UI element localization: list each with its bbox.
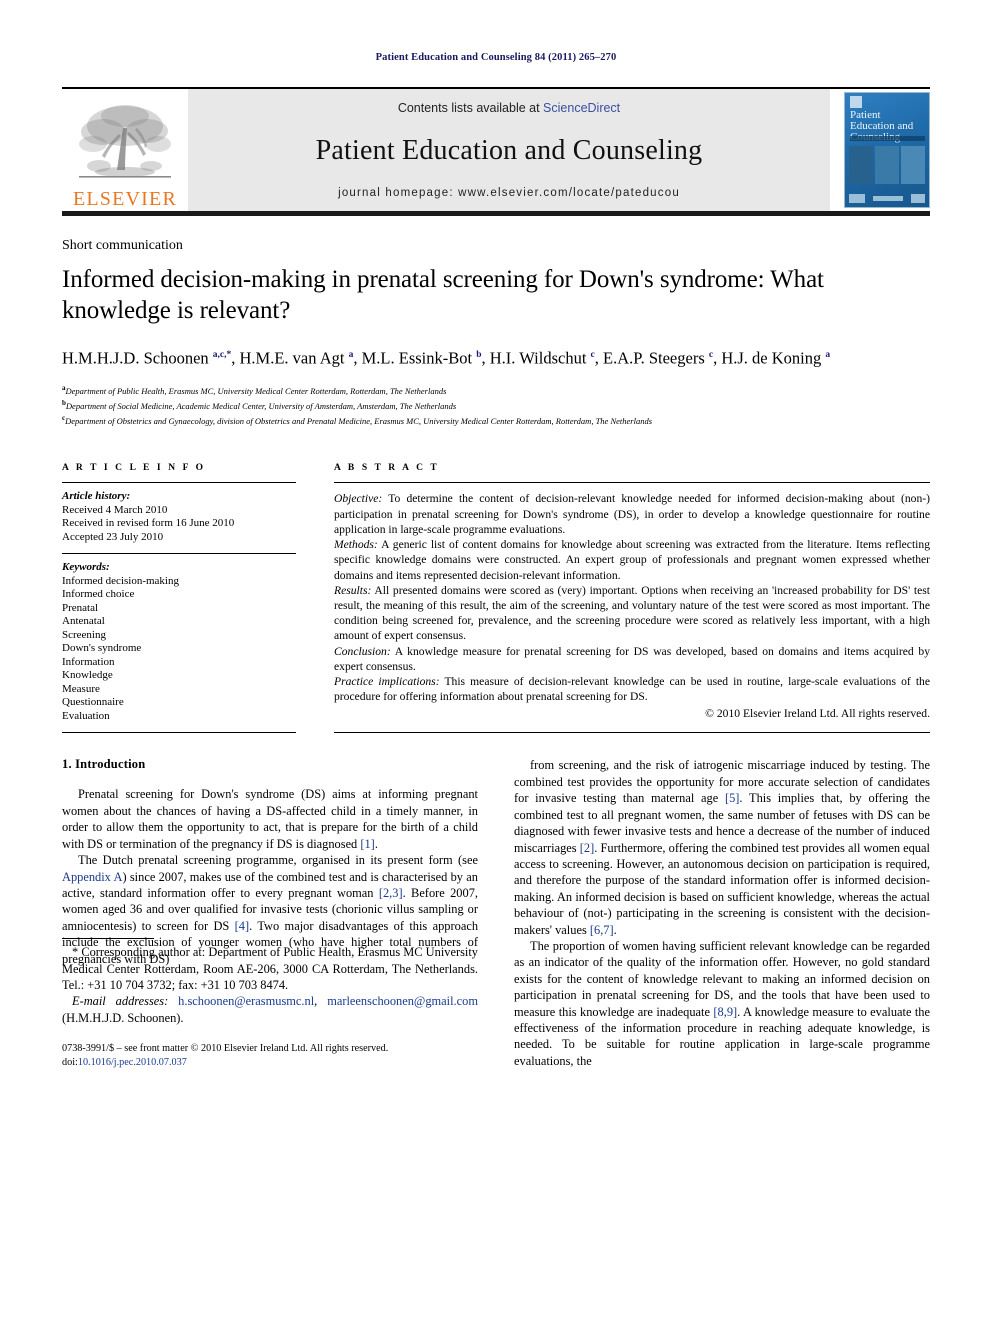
article-info-header: A R T I C L E I N F O bbox=[62, 463, 206, 474]
info-abstract-section: A R T I C L E I N F O Article history: R… bbox=[62, 463, 930, 734]
sciencedirect-link[interactable]: ScienceDirect bbox=[543, 101, 620, 115]
abstract-section: Conclusion: A knowledge measure for pren… bbox=[334, 644, 930, 673]
keyword-item: Questionnaire bbox=[62, 696, 124, 709]
abstract-body: Objective: To determine the content of d… bbox=[334, 483, 930, 704]
footnote-rule bbox=[62, 938, 154, 940]
contents-list-line: Contents lists available at ScienceDirec… bbox=[398, 101, 620, 115]
keyword-item: Measure bbox=[62, 682, 100, 695]
masthead-center: Contents lists available at ScienceDirec… bbox=[188, 89, 830, 211]
footnote-body: * Corresponding author at: Department of… bbox=[62, 944, 478, 1026]
body-column-right: from screening, and the risk of iatrogen… bbox=[514, 757, 930, 1069]
body-paragraph: The proportion of women having sufficien… bbox=[514, 938, 930, 1068]
abstract-section-label: Methods: bbox=[334, 538, 378, 552]
keyword-item: Informed decision-making bbox=[62, 574, 179, 587]
keyword-item: Evaluation bbox=[62, 709, 110, 722]
keyword-item: Information bbox=[62, 655, 115, 668]
affiliation-item: cDepartment of Obstetrics and Gynaecolog… bbox=[62, 414, 652, 426]
keyword-item: Down's syndrome bbox=[62, 642, 142, 655]
article-history-item: Received in revised form 16 June 2010 bbox=[62, 517, 235, 530]
journal-homepage-link[interactable]: journal homepage: www.elsevier.com/locat… bbox=[338, 187, 680, 199]
footnotes: * Corresponding author at: Department of… bbox=[62, 938, 478, 1069]
abstract-section-label: Practice implications: bbox=[334, 674, 440, 688]
abstract-section-label: Results: bbox=[334, 583, 372, 597]
cover-photo-strip bbox=[849, 146, 925, 184]
article-info-rule-bottom bbox=[62, 732, 296, 734]
section-heading-introduction: 1. Introduction bbox=[62, 757, 146, 772]
journal-masthead: ELSEVIER Contents lists available at Sci… bbox=[62, 89, 930, 211]
keyword-item: Prenatal bbox=[62, 601, 99, 614]
journal-article-page: Patient Education and Counseling 84 (201… bbox=[0, 0, 992, 1323]
affiliation-item: bDepartment of Social Medicine, Academic… bbox=[62, 398, 457, 411]
keyword-item: Screening bbox=[62, 628, 106, 641]
publisher-logo: ELSEVIER bbox=[62, 89, 188, 211]
article-body: 1. Introduction Prenatal screening for D… bbox=[62, 757, 930, 1069]
article-history-block: Article history: Received 4 March 2010 Re… bbox=[62, 483, 296, 553]
keyword-item: Antenatal bbox=[62, 615, 105, 628]
right-column-paragraphs: from screening, and the risk of iatrogen… bbox=[514, 757, 930, 1069]
corresponding-author-note: * Corresponding author at: Department of… bbox=[62, 945, 478, 992]
issn-copyright-doi-line: 0738-3991/$ – see front matter © 2010 El… bbox=[62, 1043, 389, 1068]
article-info-column: A R T I C L E I N F O Article history: R… bbox=[62, 463, 296, 734]
article-history-label: Article history: bbox=[62, 490, 131, 503]
affiliation-list: aDepartment of Public Health, Erasmus MC… bbox=[62, 382, 930, 428]
running-head: Patient Education and Counseling 84 (201… bbox=[375, 52, 617, 63]
abstract-rule-bottom bbox=[334, 731, 930, 733]
masthead-bottom-rule bbox=[62, 211, 930, 216]
author-list: H.M.H.J.D. Schoonen a,c,*, H.M.E. van Ag… bbox=[62, 348, 831, 368]
cover-elsevier-icon bbox=[850, 96, 862, 108]
body-column-left: 1. Introduction Prenatal screening for D… bbox=[62, 757, 478, 1069]
cover-footer-logos bbox=[849, 192, 925, 204]
cover-subtitle-bar bbox=[850, 136, 925, 141]
abstract-section: Results: All presented domains were scor… bbox=[334, 583, 930, 643]
abstract-header: A B S T R A C T bbox=[334, 463, 440, 474]
affiliation-item: aDepartment of Public Health, Erasmus MC… bbox=[62, 383, 447, 396]
article-history-items: Received 4 March 2010 Received in revised… bbox=[62, 504, 296, 545]
abstract-column: A B S T R A C T Objective: To determine … bbox=[334, 463, 930, 733]
keywords-items: Informed decision-making Informed choice P… bbox=[62, 575, 296, 724]
article-history-item: Accepted 23 July 2010 bbox=[62, 530, 164, 543]
contents-prefix-text: Contents lists available at bbox=[397, 101, 544, 115]
masthead-right: Patient Education and Counseling bbox=[830, 89, 930, 211]
abstract-section: Objective: To determine the content of d… bbox=[334, 492, 930, 536]
email-addresses-note: E-mail addresses: h.schoonen@erasmusmc.n… bbox=[62, 994, 478, 1025]
article-history-item: Received 4 March 2010 bbox=[62, 503, 168, 516]
article-type-label: Short communication bbox=[62, 238, 183, 253]
keyword-item: Knowledge bbox=[62, 669, 113, 682]
abstract-copyright: © 2010 Elsevier Ireland Ltd. All rights … bbox=[705, 707, 930, 721]
journal-title: Patient Education and Counseling bbox=[315, 135, 703, 166]
elsevier-tree-icon bbox=[79, 105, 171, 178]
body-paragraph: from screening, and the risk of iatrogen… bbox=[514, 758, 931, 937]
body-paragraph: Prenatal screening for Down's syndrome (… bbox=[62, 787, 478, 851]
abstract-section-label: Conclusion: bbox=[334, 644, 391, 658]
keywords-label: Keywords: bbox=[62, 561, 110, 574]
journal-cover-thumbnail: Patient Education and Counseling bbox=[844, 92, 930, 208]
elsevier-wordmark: ELSEVIER bbox=[72, 188, 178, 210]
abstract-section-label: Objective: bbox=[334, 492, 383, 506]
article-title: Informed decision-making in prenatal scr… bbox=[62, 266, 824, 324]
keywords-block: Keywords: Informed decision-making Inform… bbox=[62, 554, 296, 732]
keyword-item: Informed choice bbox=[62, 588, 135, 601]
abstract-section: Practice implications: This measure of d… bbox=[334, 674, 930, 704]
abstract-section: Methods: A generic list of content domai… bbox=[334, 538, 930, 582]
